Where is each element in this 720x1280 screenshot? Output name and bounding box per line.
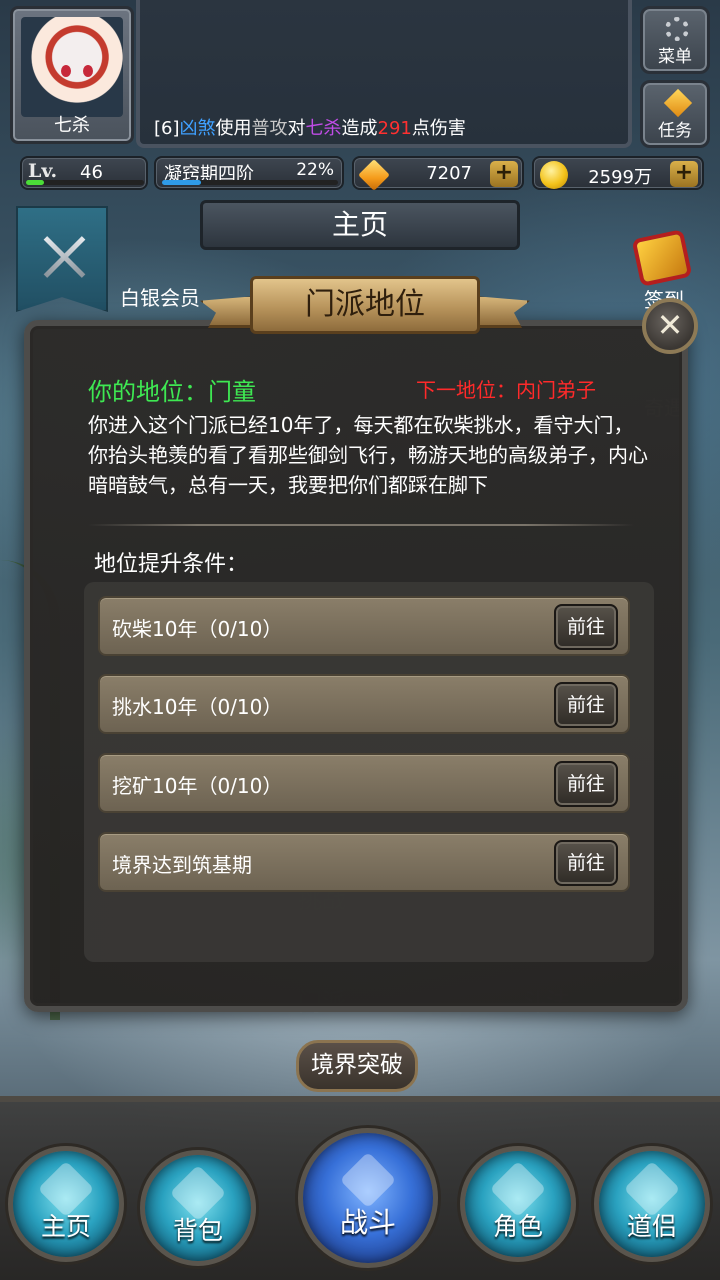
- nav-label: 道侣: [626, 1212, 677, 1241]
- condition-row: 砍柴10年（0/10） 前往: [98, 596, 630, 656]
- condition-text: 挑水10年（0/10）: [112, 695, 283, 719]
- realm-track: [162, 180, 338, 185]
- go-button[interactable]: 前往: [554, 840, 618, 886]
- guild-banner[interactable]: [16, 206, 108, 312]
- log-suffix: 点伤害: [411, 118, 466, 139]
- crossed-swords-icon: [40, 232, 88, 280]
- gold-counter: 2599万 +: [532, 156, 704, 190]
- player-name: 七杀: [54, 115, 90, 136]
- player-avatar[interactable]: 七杀: [10, 6, 134, 144]
- xp-track: [26, 180, 144, 185]
- menu-button[interactable]: 菜单: [640, 6, 710, 74]
- log-verb: 使用: [215, 118, 252, 139]
- log-verb: 造成: [341, 118, 378, 139]
- realm-fill: [162, 180, 201, 185]
- divider: [88, 524, 634, 526]
- go-button[interactable]: 前往: [554, 761, 618, 807]
- log-verb: 对: [287, 118, 306, 139]
- battle-log: [6]凶煞使用普攻对七杀造成291点伤害: [154, 114, 466, 140]
- avatar-eye: [83, 65, 93, 77]
- xp-fill: [26, 180, 44, 185]
- condition-row: 境界达到筑基期 前往: [98, 832, 630, 892]
- dialog-title-plate: 门派地位: [200, 272, 530, 340]
- nav-label: 背包: [172, 1216, 223, 1245]
- conditions-title: 地位提升条件：: [94, 552, 249, 577]
- nav-backpack[interactable]: 背包: [140, 1150, 256, 1266]
- log-skill: 普攻: [251, 118, 288, 139]
- log-attacker: 凶煞: [179, 118, 216, 139]
- go-button[interactable]: 前往: [554, 682, 618, 728]
- condition-row: 挑水10年（0/10） 前往: [98, 674, 630, 734]
- nav-character[interactable]: 角色: [460, 1146, 576, 1262]
- realm-bar: 凝窍期四阶 22%: [154, 156, 344, 190]
- avatar-eye: [61, 65, 71, 77]
- nav-label: 战斗: [339, 1206, 396, 1239]
- add-gold-button[interactable]: +: [670, 161, 698, 187]
- gear-icon: [665, 17, 689, 41]
- member-label: 白银会员: [120, 286, 200, 310]
- nav-label: 角色: [492, 1212, 543, 1241]
- current-status: 你的地位：门童: [88, 378, 256, 406]
- gem-value: 7207: [426, 163, 472, 184]
- go-button[interactable]: 前往: [554, 604, 618, 650]
- dialog-title: 门派地位: [250, 276, 480, 334]
- next-status: 下一地位：内门弟子: [416, 378, 596, 402]
- condition-text: 境界达到筑基期: [112, 853, 252, 877]
- log-damage: 291: [377, 118, 412, 139]
- task-label: 任务: [658, 121, 692, 141]
- gem-icon: [358, 159, 390, 191]
- menu-label: 菜单: [658, 47, 692, 67]
- realm-progress: 22%: [296, 160, 334, 180]
- nav-home[interactable]: 主页: [8, 1146, 124, 1262]
- condition-text: 挖矿10年（0/10）: [112, 774, 283, 798]
- page-title: 主页: [200, 200, 520, 250]
- level-label: Lv.: [28, 160, 58, 182]
- task-button[interactable]: 任务: [640, 80, 710, 148]
- condition-text: 砍柴10年（0/10）: [112, 617, 283, 641]
- log-target: 七杀: [305, 118, 342, 139]
- gem-counter: 7207 +: [352, 156, 524, 191]
- add-gems-button[interactable]: +: [490, 161, 518, 187]
- task-diamond-icon: [663, 88, 693, 118]
- nav-companion[interactable]: 道侣: [594, 1146, 710, 1262]
- sign-in-icon: [636, 233, 688, 283]
- status-description: 你进入这个门派已经10年了，每天都在砍柴挑水，看守大门，你抬头艳羡的看了看那些御…: [88, 413, 648, 497]
- level-bar: Lv. 46: [20, 156, 148, 190]
- breakthrough-button[interactable]: 境界突破: [296, 1040, 418, 1092]
- avatar-portrait: [21, 17, 123, 117]
- nav-battle[interactable]: 战斗: [298, 1128, 438, 1268]
- close-button[interactable]: ✕: [642, 298, 698, 354]
- nav-label: 主页: [40, 1212, 91, 1241]
- condition-row: 挖矿10年（0/10） 前往: [98, 753, 630, 813]
- battle-icon: [339, 1151, 397, 1209]
- gold-value: 2599万: [588, 167, 652, 188]
- log-prefix: [6]: [154, 118, 180, 139]
- gold-coin-icon: [540, 161, 568, 189]
